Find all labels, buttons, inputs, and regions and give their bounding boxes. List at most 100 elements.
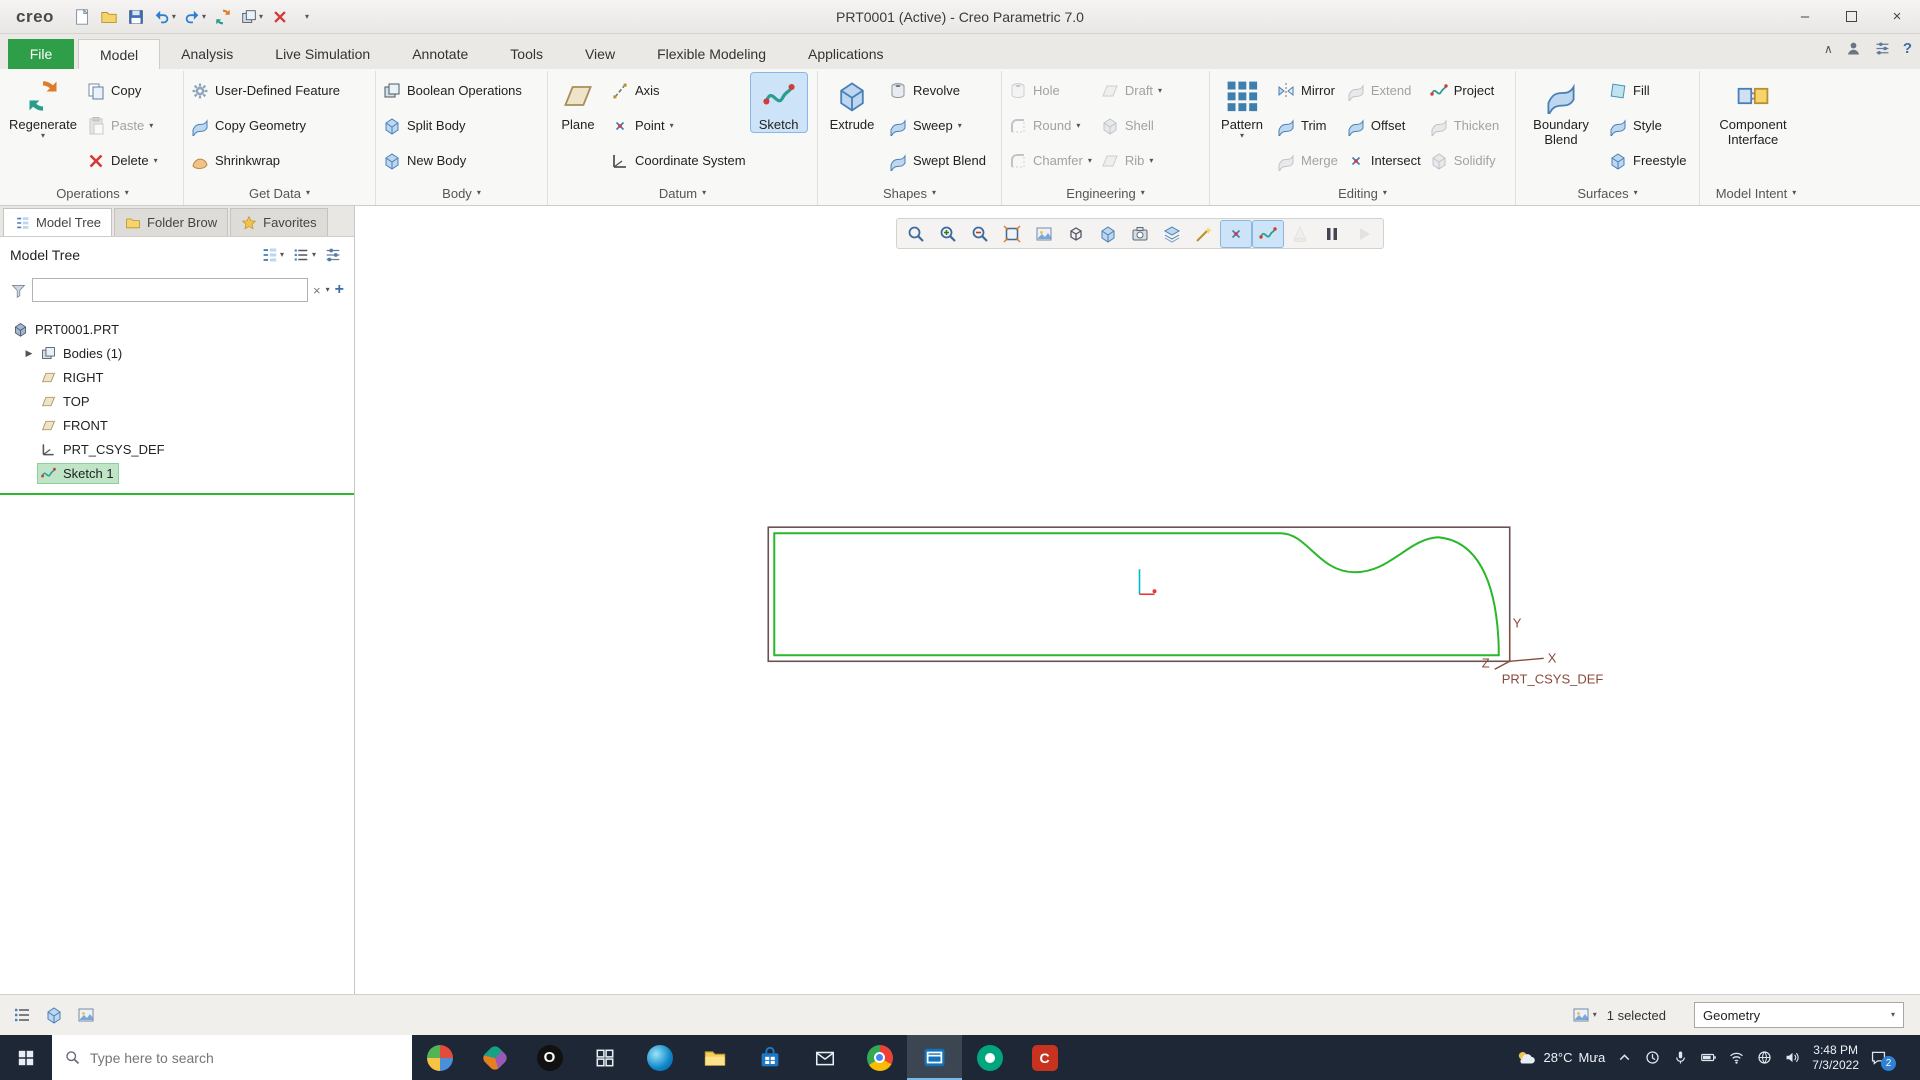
pinned-app-camtasia[interactable] — [962, 1035, 1017, 1080]
selection-buffer-button[interactable]: ▾ — [1569, 1003, 1599, 1027]
tab-model[interactable]: Model — [78, 39, 161, 69]
microphone-tray-icon[interactable] — [1672, 1049, 1689, 1066]
component-interface-button[interactable]: Component Interface — [1703, 73, 1803, 147]
minimize-button[interactable]: – — [1782, 0, 1828, 33]
operations-group-label[interactable]: Operations ▾ — [5, 181, 180, 205]
3d-navigation-toggle[interactable] — [42, 1003, 66, 1027]
sketch-geometry[interactable]: Y X Z PRT_CSYS_DEF — [355, 206, 1920, 994]
redo-button[interactable]: ▾ — [181, 4, 208, 30]
start-button[interactable] — [0, 1035, 52, 1080]
help-icon[interactable]: ? — [1903, 40, 1912, 57]
tree-columns-button[interactable]: ▾ — [290, 243, 318, 267]
style-button[interactable]: Style — [1605, 108, 1689, 143]
pinned-app-colorful[interactable] — [412, 1035, 467, 1080]
graphics-area[interactable]: Y X Z PRT_CSYS_DEF — [355, 206, 1920, 994]
pinned-app-sparkle[interactable] — [467, 1035, 522, 1080]
model-tree-filter-input[interactable] — [32, 278, 309, 302]
extrude-button[interactable]: Extrude — [821, 73, 883, 132]
save-button[interactable] — [124, 4, 148, 30]
editing-group-label[interactable]: Editing ▾ — [1213, 181, 1512, 205]
shrinkwrap-button[interactable]: Shrinkwrap — [187, 143, 343, 178]
pattern-button[interactable]: Pattern ▾ — [1213, 73, 1271, 140]
open-file-button[interactable] — [97, 4, 121, 30]
customize-qat-button[interactable]: ▾ — [295, 4, 319, 30]
model-intent-group-label[interactable]: Model Intent ▾ — [1703, 181, 1809, 205]
expand-arrow-icon[interactable]: ▶ — [22, 348, 36, 359]
mirror-button[interactable]: Mirror — [1273, 73, 1341, 108]
regenerate-quick-button[interactable] — [211, 4, 235, 30]
tab-file[interactable]: File — [8, 39, 74, 69]
taskbar-clock[interactable]: 3:48 PM 7/3/2022 — [1812, 1043, 1859, 1073]
sweep-button[interactable]: Sweep ▾ — [885, 108, 989, 143]
pinned-app-store[interactable] — [742, 1035, 797, 1080]
tree-settings-button[interactable] — [322, 243, 344, 267]
coordinate-system-button[interactable]: Coordinate System — [607, 143, 749, 178]
close-window-button[interactable] — [268, 4, 292, 30]
copy-button[interactable]: Copy — [83, 73, 161, 108]
tab-favorites[interactable]: Favorites — [230, 208, 328, 236]
tab-analysis[interactable]: Analysis — [160, 39, 254, 69]
maximize-button[interactable] — [1828, 0, 1874, 33]
copy-geometry-button[interactable]: Copy Geometry — [187, 108, 343, 143]
options-sliders-icon[interactable] — [1874, 40, 1891, 57]
running-app-creo[interactable] — [907, 1035, 962, 1080]
tab-folder-browser[interactable]: Folder Brow — [114, 208, 229, 236]
taskbar-search[interactable] — [52, 1035, 412, 1080]
windows-button[interactable]: ▾ — [238, 4, 265, 30]
trim-button[interactable]: Trim — [1273, 108, 1341, 143]
tree-item-part[interactable]: PRT0001.PRT — [0, 317, 354, 341]
clear-filter-icon[interactable]: × — [313, 283, 321, 298]
regenerate-button[interactable]: Regenerate ▾ — [5, 73, 81, 140]
clock-tray-icon[interactable] — [1644, 1049, 1661, 1066]
tab-live-simulation[interactable]: Live Simulation — [254, 39, 391, 69]
revolve-button[interactable]: Revolve — [885, 73, 989, 108]
csys-triad[interactable] — [1494, 630, 1544, 670]
engineering-group-label[interactable]: Engineering ▾ — [1005, 181, 1206, 205]
tab-applications[interactable]: Applications — [787, 39, 905, 69]
project-button[interactable]: Project — [1426, 73, 1503, 108]
new-file-button[interactable] — [70, 4, 94, 30]
undo-button[interactable]: ▾ — [151, 4, 178, 30]
new-body-button[interactable]: New Body — [379, 143, 525, 178]
network-globe-icon[interactable] — [1756, 1049, 1773, 1066]
datum-group-label[interactable]: Datum ▾ — [551, 181, 814, 205]
pinned-app-mail[interactable] — [797, 1035, 852, 1080]
taskbar-weather[interactable]: 28°C Mưa — [1515, 1047, 1605, 1069]
surfaces-group-label[interactable]: Surfaces ▾ — [1519, 181, 1696, 205]
fill-button[interactable]: Fill — [1605, 73, 1689, 108]
pinned-app-red[interactable]: C — [1017, 1035, 1072, 1080]
insert-here-indicator[interactable] — [0, 493, 354, 495]
shapes-group-label[interactable]: Shapes ▾ — [821, 181, 998, 205]
swept-blend-button[interactable]: Swept Blend — [885, 143, 989, 178]
action-center-button[interactable]: 2 — [1870, 1044, 1896, 1071]
tree-item-csys[interactable]: PRT_CSYS_DEF — [0, 437, 354, 461]
selected-sketch-curve[interactable] — [773, 532, 1500, 657]
tree-item-bodies[interactable]: ▶ Bodies (1) — [0, 341, 354, 365]
taskbar-search-input[interactable] — [90, 1049, 400, 1066]
hidden-icons-chevron-icon[interactable] — [1616, 1049, 1633, 1066]
sketch-button[interactable]: Sketch — [749, 72, 808, 133]
delete-button[interactable]: Delete ▾ — [83, 143, 161, 178]
pinned-app-chrome[interactable] — [852, 1035, 907, 1080]
task-view-button[interactable] — [577, 1035, 632, 1080]
chevron-down-icon[interactable]: ▾ — [326, 286, 330, 294]
selection-filter-dropdown[interactable]: Geometry ▾ — [1694, 1002, 1904, 1028]
tab-annotate[interactable]: Annotate — [391, 39, 489, 69]
pinned-app-explorer[interactable] — [687, 1035, 742, 1080]
collapse-ribbon-icon[interactable]: ∧ — [1824, 42, 1833, 56]
point-button[interactable]: Point ▾ — [607, 108, 749, 143]
axis-button[interactable]: Axis — [607, 73, 749, 108]
get-data-group-label[interactable]: Get Data ▾ — [187, 181, 372, 205]
battery-icon[interactable] — [1700, 1049, 1717, 1066]
close-button[interactable]: × — [1874, 0, 1920, 33]
tree-display-button[interactable]: ▾ — [258, 243, 286, 267]
pinned-app-opera[interactable]: O — [522, 1035, 577, 1080]
freestyle-button[interactable]: Freestyle — [1605, 143, 1689, 178]
tab-tools[interactable]: Tools — [489, 39, 564, 69]
tab-view[interactable]: View — [564, 39, 636, 69]
offset-button[interactable]: Offset — [1343, 108, 1424, 143]
intersect-button[interactable]: Intersect — [1343, 143, 1424, 178]
tree-item-right-plane[interactable]: RIGHT — [0, 365, 354, 389]
tab-model-tree[interactable]: Model Tree — [3, 208, 113, 236]
wifi-icon[interactable] — [1728, 1049, 1745, 1066]
